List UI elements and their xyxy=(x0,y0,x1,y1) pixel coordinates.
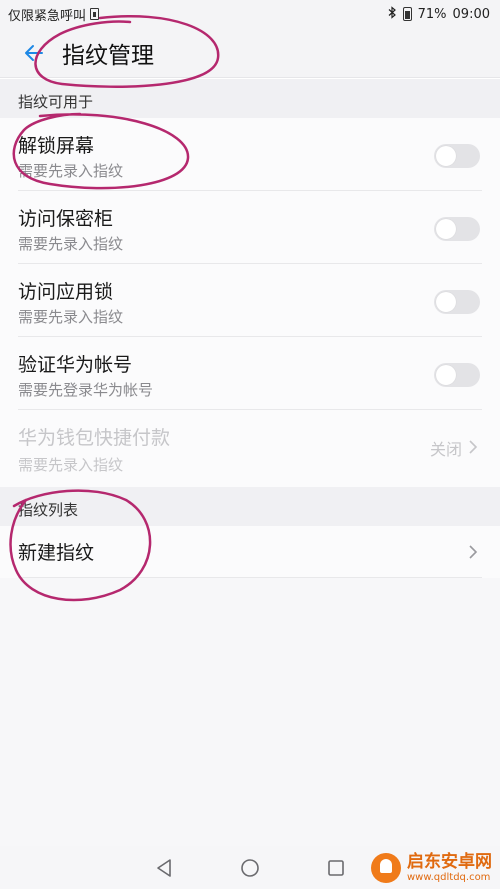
setting-subtitle: 需要先录入指纹 xyxy=(18,308,124,326)
status-left: 仅限紧急呼叫 xyxy=(8,5,100,24)
triangle-back-icon xyxy=(157,858,171,877)
clock-time: 09:00 xyxy=(452,6,490,22)
watermark-text: 启东安卓网 www.qdltdq.com xyxy=(407,851,492,883)
setting-title: 解锁屏幕 xyxy=(18,135,95,157)
section-header-list-label: 指纹列表 xyxy=(18,501,79,519)
empty-content-area xyxy=(0,578,500,846)
back-button[interactable] xyxy=(14,33,54,73)
setting-subtitle: 需要先录入指纹 xyxy=(18,456,124,474)
nav-home-button[interactable] xyxy=(230,848,270,888)
setting-row-safe[interactable]: 访问保密柜 需要先录入指纹 xyxy=(0,191,500,264)
watermark-url: www.qdltdq.com xyxy=(407,871,491,883)
watermark-logo-icon xyxy=(371,853,401,883)
setting-title: 验证华为帐号 xyxy=(18,354,133,376)
chevron-right-icon xyxy=(466,436,480,458)
setting-value: 关闭 xyxy=(429,440,462,459)
nav-recents-button[interactable] xyxy=(316,848,356,888)
app-bar: 指纹管理 xyxy=(0,28,500,78)
setting-row-huawei-account[interactable]: 验证华为帐号 需要先登录华为帐号 xyxy=(0,337,500,410)
setting-title: 访问应用锁 xyxy=(18,281,114,303)
section-header-usage-label: 指纹可用于 xyxy=(18,93,94,111)
battery-icon xyxy=(402,7,412,21)
nav-back-button[interactable] xyxy=(144,848,184,888)
setting-title: 华为钱包快捷付款 xyxy=(18,427,171,449)
toggle-switch[interactable] xyxy=(434,217,480,241)
bluetooth-icon xyxy=(388,5,397,23)
watermark-title: 启东安卓网 xyxy=(407,851,492,872)
emergency-call-text: 仅限紧急呼叫 xyxy=(8,8,87,24)
section-header-usage: 指纹可用于 xyxy=(0,79,500,118)
navigation-bar: 启东安卓网 www.qdltdq.com xyxy=(0,846,500,889)
new-fingerprint-label: 新建指纹 xyxy=(18,542,95,564)
toggle-switch[interactable] xyxy=(434,144,480,168)
arrow-left-icon xyxy=(25,44,43,61)
page-title: 指纹管理 xyxy=(62,42,154,69)
status-bar: 仅限紧急呼叫 71% 09:00 xyxy=(0,0,500,28)
watermark: 启东安卓网 www.qdltdq.com xyxy=(371,853,492,883)
setting-title: 访问保密柜 xyxy=(18,208,114,230)
setting-row-wallet-payment: 华为钱包快捷付款 需要先录入指纹 关闭 xyxy=(0,410,500,487)
toggle-switch[interactable] xyxy=(434,363,480,387)
circle-home-icon xyxy=(241,858,259,877)
setting-row-unlock-screen[interactable]: 解锁屏幕 需要先录入指纹 xyxy=(0,118,500,191)
section-header-fingerprint-list: 指纹列表 xyxy=(0,487,500,526)
status-right: 71% 09:00 xyxy=(388,5,490,23)
setting-subtitle: 需要先录入指纹 xyxy=(18,162,124,180)
chevron-right-icon xyxy=(466,541,480,563)
sim-card-icon xyxy=(90,8,100,20)
toggle-switch[interactable] xyxy=(434,290,480,314)
new-fingerprint-row[interactable]: 新建指纹 xyxy=(0,526,500,578)
setting-row-app-lock[interactable]: 访问应用锁 需要先录入指纹 xyxy=(0,264,500,337)
setting-subtitle: 需要先登录华为帐号 xyxy=(18,381,154,399)
setting-subtitle: 需要先录入指纹 xyxy=(18,235,124,253)
square-recents-icon xyxy=(328,859,344,876)
battery-percent: 71% xyxy=(417,6,447,22)
